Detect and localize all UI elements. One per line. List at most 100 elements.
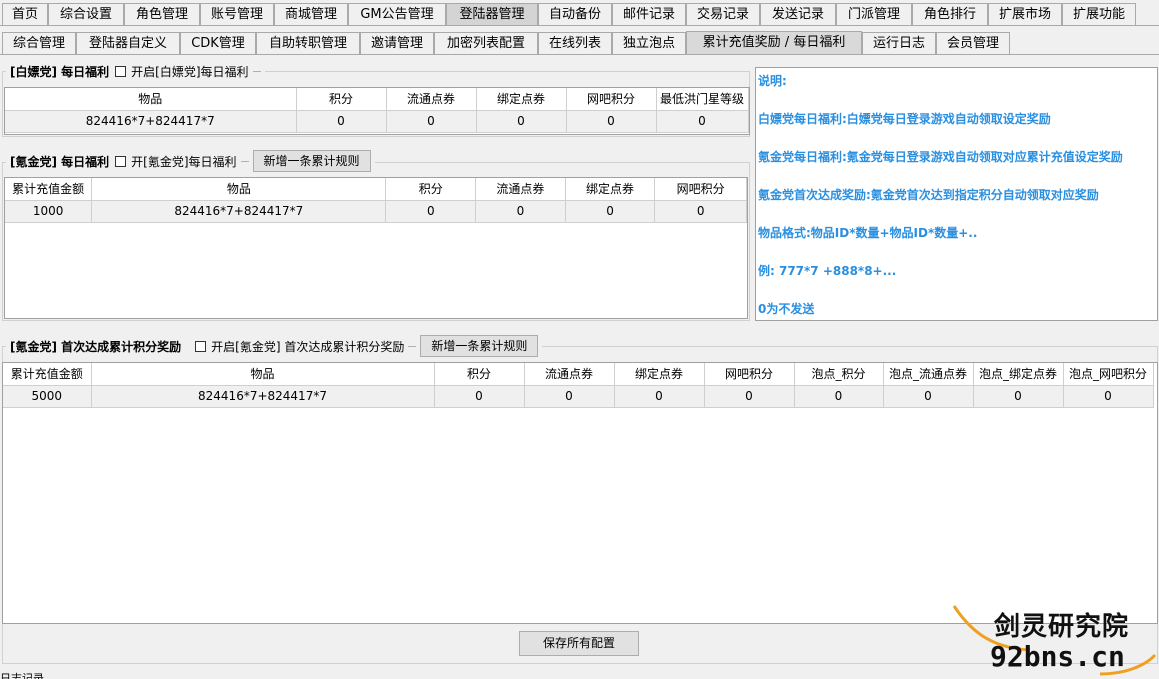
subtab-member-management[interactable]: 会员管理: [936, 32, 1010, 54]
daily-freebie-header: [白嫖党] 每日福利 开启[白嫖党]每日福利: [6, 62, 265, 80]
table-cell[interactable]: 0: [1063, 385, 1154, 408]
column-header[interactable]: 绑定点券: [614, 363, 705, 386]
save-all-button[interactable]: 保存所有配置: [519, 631, 639, 656]
daily-paid-checkbox[interactable]: 开[氪金党]每日福利: [115, 153, 237, 170]
notes-panel: 说明: 白嫖党每日福利:白嫖党每日登录游戏自动领取设定奖励 氪金党每日福利:氪金…: [755, 67, 1158, 321]
notes-line: 物品格式:物品ID*数量+物品ID*数量+..: [758, 226, 978, 240]
column-header[interactable]: 网吧积分: [704, 363, 795, 386]
table-cell[interactable]: 0: [524, 385, 615, 408]
checkbox-box[interactable]: [195, 340, 207, 352]
column-header[interactable]: 物品: [91, 363, 435, 386]
tab-general-settings[interactable]: 综合设置: [48, 3, 124, 25]
subtab-recharge-rewards[interactable]: 累计充值奖励 / 每日福利: [686, 31, 862, 54]
table-row[interactable]: 824416*7+824417*7 0 0 0 0 0: [5, 110, 749, 133]
table-cell[interactable]: 824416*7+824417*7: [91, 200, 387, 223]
column-header[interactable]: 最低洪门星等级: [656, 88, 749, 111]
table-row[interactable]: 5000 824416*7+824417*7 0 0 0 0 0 0 0 0: [3, 385, 1154, 408]
main-tab-bar: 首页 综合设置 角色管理 账号管理 商城管理 GM公告管理 登陆器管理 自动备份…: [0, 3, 1159, 27]
add-rule-button[interactable]: 新增一条累计规则: [420, 335, 539, 357]
first-milestone-checkbox[interactable]: 开启[氪金党] 首次达成累计积分奖励: [195, 338, 404, 355]
table-cell[interactable]: 0: [476, 110, 567, 133]
tab-gm-announcement[interactable]: GM公告管理: [348, 3, 446, 25]
table-cell[interactable]: 1000: [5, 200, 93, 223]
notes-line: 0为不发送: [758, 302, 815, 316]
subtab-idle-points[interactable]: 独立泡点: [612, 32, 686, 54]
add-rule-button[interactable]: 新增一条累计规则: [252, 150, 371, 172]
header-line: [240, 160, 249, 162]
notes-line: 白嫖党每日福利:白嫖党每日登录游戏自动领取设定奖励: [758, 112, 1051, 126]
table-cell[interactable]: 0: [883, 385, 974, 408]
tab-role-ranking[interactable]: 角色排行: [912, 3, 988, 25]
column-header[interactable]: 积分: [434, 363, 525, 386]
daily-paid-header: [氪金党] 每日福利 开[氪金党]每日福利 新增一条累计规则: [6, 150, 375, 172]
column-header[interactable]: 累计充值金额: [5, 178, 93, 201]
subtab-encrypt-list[interactable]: 加密列表配置: [434, 32, 538, 54]
column-header[interactable]: 泡点_流通点券: [883, 363, 974, 386]
subtab-self-transfer[interactable]: 自助转职管理: [256, 32, 360, 54]
column-header[interactable]: 物品: [5, 88, 297, 111]
tab-role-management[interactable]: 角色管理: [124, 3, 200, 25]
watermark-en-text: 92bns.cn: [990, 640, 1125, 673]
column-header[interactable]: 累计充值金额: [3, 363, 92, 386]
table-row[interactable]: 1000 824416*7+824417*7 0 0 0 0: [5, 200, 747, 223]
column-header[interactable]: 物品: [91, 178, 387, 201]
first-milestone-header: [氪金党] 首次达成累计积分奖励 开启[氪金党] 首次达成累计积分奖励 新增一条…: [6, 335, 543, 357]
checkbox-box[interactable]: [115, 155, 127, 167]
tab-mail-log[interactable]: 邮件记录: [612, 3, 686, 25]
column-header[interactable]: 积分: [296, 88, 387, 111]
subtab-cdk[interactable]: CDK管理: [180, 32, 256, 54]
column-header[interactable]: 流通点券: [524, 363, 615, 386]
column-header[interactable]: 网吧积分: [654, 178, 747, 201]
table-cell[interactable]: 0: [385, 200, 477, 223]
table-cell[interactable]: 0: [656, 110, 749, 133]
tab-send-log[interactable]: 发送记录: [760, 3, 836, 25]
table-cell[interactable]: 824416*7+824417*7: [91, 385, 435, 408]
notes-heading: 说明:: [758, 74, 787, 88]
table-cell[interactable]: 824416*7+824417*7: [5, 110, 297, 133]
table-cell[interactable]: 0: [434, 385, 525, 408]
notes-line: 例: 777*7 +888*8+...: [758, 264, 897, 278]
tab-auto-backup[interactable]: 自动备份: [538, 3, 612, 25]
table-cell[interactable]: 0: [704, 385, 795, 408]
table-cell[interactable]: 0: [475, 200, 566, 223]
daily-paid-table: 累计充值金额 物品 积分 流通点券 绑定点券 网吧积分 1000 824416*…: [4, 177, 748, 319]
tab-mall-management[interactable]: 商城管理: [274, 3, 348, 25]
daily-paid-checkbox-label: 开[氪金党]每日福利: [131, 154, 237, 169]
subtab-launcher-custom[interactable]: 登陆器自定义: [76, 32, 180, 54]
subtab-online-list[interactable]: 在线列表: [538, 32, 612, 54]
daily-freebie-checkbox[interactable]: 开启[白嫖党]每日福利: [115, 63, 249, 80]
table-cell[interactable]: 0: [566, 110, 657, 133]
daily-paid-title: [氪金党] 每日福利: [10, 154, 110, 169]
column-header[interactable]: 积分: [385, 178, 477, 201]
daily-freebie-title: [白嫖党] 每日福利: [10, 64, 110, 79]
tab-faction-management[interactable]: 门派管理: [836, 3, 912, 25]
column-header[interactable]: 泡点_绑定点券: [973, 363, 1064, 386]
first-milestone-title: [氪金党] 首次达成累计积分奖励: [10, 339, 182, 354]
sub-tab-bar: 综合管理 登陆器自定义 CDK管理 自助转职管理 邀请管理 加密列表配置 在线列…: [0, 31, 1159, 56]
subtab-invite[interactable]: 邀请管理: [360, 32, 434, 54]
column-header[interactable]: 网吧积分: [566, 88, 657, 111]
tab-trade-log[interactable]: 交易记录: [686, 3, 760, 25]
table-cell[interactable]: 5000: [3, 385, 92, 408]
tab-account-management[interactable]: 账号管理: [200, 3, 274, 25]
tab-launcher-management[interactable]: 登陆器管理: [446, 3, 538, 25]
column-header[interactable]: 流通点券: [386, 88, 477, 111]
table-cell[interactable]: 0: [973, 385, 1064, 408]
column-header[interactable]: 绑定点券: [476, 88, 567, 111]
column-header[interactable]: 泡点_网吧积分: [1063, 363, 1154, 386]
table-cell[interactable]: 0: [794, 385, 884, 408]
column-header[interactable]: 泡点_积分: [794, 363, 884, 386]
tab-home[interactable]: 首页: [2, 3, 48, 25]
column-header[interactable]: 绑定点券: [565, 178, 656, 201]
tab-extension-features[interactable]: 扩展功能: [1062, 3, 1136, 25]
subtab-run-log[interactable]: 运行日志: [862, 32, 936, 54]
tab-extension-market[interactable]: 扩展市场: [988, 3, 1062, 25]
table-cell[interactable]: 0: [614, 385, 705, 408]
column-header[interactable]: 流通点券: [475, 178, 566, 201]
table-cell[interactable]: 0: [565, 200, 656, 223]
subtab-general[interactable]: 综合管理: [2, 32, 76, 54]
table-cell[interactable]: 0: [654, 200, 747, 223]
table-cell[interactable]: 0: [296, 110, 387, 133]
checkbox-box[interactable]: [115, 65, 127, 77]
table-cell[interactable]: 0: [386, 110, 477, 133]
